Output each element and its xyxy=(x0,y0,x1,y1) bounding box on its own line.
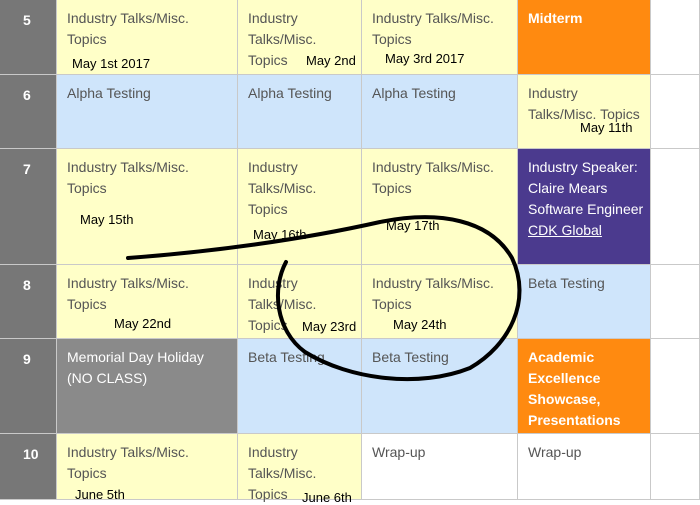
schedule-cell: Industry Talks/Misc. Topics May 15th xyxy=(57,149,238,265)
cell-topic: Alpha Testing xyxy=(248,85,332,101)
schedule-cell: Industry Talks/Misc. Topics May 22nd xyxy=(57,265,238,339)
cell-topic: Beta Testing xyxy=(528,275,605,291)
schedule-cell: Wrap-up xyxy=(362,434,518,500)
handwritten-date: May 17th xyxy=(386,218,440,233)
schedule-cell: Beta Testing xyxy=(238,339,362,434)
speaker-text: Industry Speaker: Claire Mears Software … xyxy=(528,159,644,217)
speaker-cell: Industry Speaker: Claire Mears Software … xyxy=(518,149,651,265)
holiday-cell: Memorial Day Holiday (NO CLASS) xyxy=(57,339,238,434)
handwritten-date: May 3rd 2017 xyxy=(385,51,465,66)
cell-topic: Wrap-up xyxy=(372,444,426,460)
schedule-cell: Midterm xyxy=(518,0,651,75)
cell-topic: Midterm xyxy=(528,10,583,26)
showcase-cell: Academic Excellence Showcase, Presentati… xyxy=(518,339,651,434)
empty-cell xyxy=(651,434,700,500)
schedule-cell: Industry Talks/Misc. Topics May 3rd 2017 xyxy=(362,0,518,75)
handwritten-date: May 15th xyxy=(80,212,134,227)
week-number: 8 xyxy=(0,265,57,339)
schedule-cell: Alpha Testing xyxy=(362,75,518,149)
empty-cell xyxy=(651,339,700,434)
schedule-cell: Industry Talks/Misc. Topics May 16th xyxy=(238,149,362,265)
schedule-cell: Industry Talks/Misc. Topics June 6th xyxy=(238,434,362,505)
schedule-cell: Beta Testing xyxy=(362,339,518,434)
handwritten-date: June 6th xyxy=(302,490,352,505)
schedule-cell: Industry Talks/Misc. Topics May 1st 2017 xyxy=(57,0,238,75)
empty-cell xyxy=(651,75,700,149)
week-number: 9 xyxy=(0,339,57,434)
company-link[interactable]: CDK Global xyxy=(528,222,602,238)
handwritten-date: May 16th xyxy=(253,227,307,242)
empty-cell xyxy=(651,149,700,265)
empty-cell xyxy=(651,0,700,75)
empty-cell xyxy=(651,265,700,339)
handwritten-date: May 1st 2017 xyxy=(72,56,151,71)
handwritten-date: May 22nd xyxy=(114,316,172,331)
cell-topic: Beta Testing xyxy=(372,349,449,365)
cell-topic: Beta Testing xyxy=(248,349,325,365)
cell-topic: Industry Talks/Misc. Topics xyxy=(372,10,494,47)
week-number: 7 xyxy=(0,149,57,265)
cell-topic: Memorial Day Holiday (NO CLASS) xyxy=(67,349,204,386)
cell-topic: Industry Talks/Misc. Topics xyxy=(372,159,494,196)
handwritten-date: May 11th xyxy=(580,120,633,135)
schedule-cell: Industry Talks/Misc. Topics May 24th xyxy=(362,265,518,339)
handwritten-date: May 2nd xyxy=(306,53,356,68)
cell-topic: Industry Talks/Misc. Topics xyxy=(67,444,189,481)
schedule-cell: Industry Talks/Misc. Topics May 2nd xyxy=(238,0,362,75)
cell-topic: Industry Talks/Misc. Topics xyxy=(67,10,189,47)
schedule-cell: Industry Talks/Misc. Topics May 11th xyxy=(518,75,651,149)
schedule-cell: Alpha Testing xyxy=(57,75,238,149)
handwritten-date: May 23rd xyxy=(302,319,357,334)
cell-topic: Alpha Testing xyxy=(372,85,456,101)
cell-topic: Industry Talks/Misc. Topics xyxy=(67,275,189,312)
cell-topic: Industry Talks/Misc. Topics xyxy=(248,159,317,217)
schedule-cell: Industry Talks/Misc. Topics May 23rd xyxy=(238,265,362,339)
cell-topic: Alpha Testing xyxy=(67,85,151,101)
schedule-cell: Industry Talks/Misc. Topics May 17th xyxy=(362,149,518,265)
cell-topic: Wrap-up xyxy=(528,444,582,460)
cell-topic: Industry Speaker: Claire Mears Software … xyxy=(528,157,644,241)
cell-topic: Industry Talks/Misc. Topics xyxy=(372,275,494,312)
schedule-cell: Industry Talks/Misc. Topics June 5th xyxy=(57,434,238,502)
week-number: 10 xyxy=(0,434,57,500)
schedule-cell: Beta Testing xyxy=(518,265,651,339)
week-number: 6 xyxy=(0,75,57,149)
week-number: 5 xyxy=(0,0,57,75)
cell-topic: Industry Talks/Misc. Topics xyxy=(67,159,189,196)
cell-topic: Industry Talks/Misc. Topics xyxy=(528,85,640,122)
schedule-cell: Wrap-up xyxy=(518,434,651,500)
handwritten-date: May 24th xyxy=(393,317,447,332)
cell-topic: Academic Excellence Showcase, Presentati… xyxy=(528,349,621,428)
schedule-cell: Alpha Testing xyxy=(238,75,362,149)
schedule-table: 5 Industry Talks/Misc. Topics May 1st 20… xyxy=(0,0,700,505)
